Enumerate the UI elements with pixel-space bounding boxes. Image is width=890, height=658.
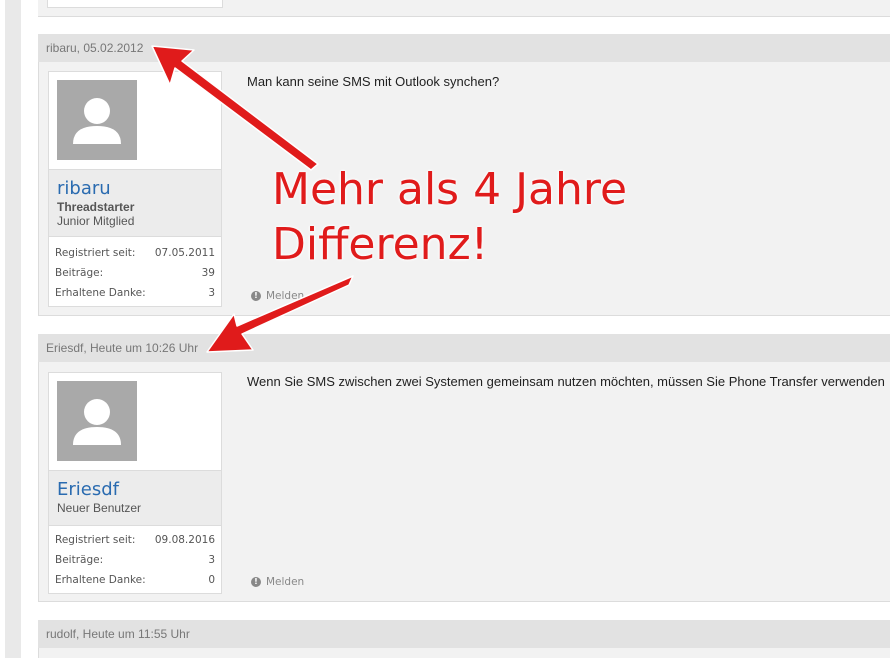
arrow-down-left-icon: [206, 275, 354, 353]
arrow-up-left-icon: [151, 45, 319, 171]
annotation-line-1: Mehr als 4 Jahre: [272, 164, 628, 215]
annotation-text: Mehr als 4 Jahre Differenz!: [272, 162, 627, 272]
annotation-line-2: Differenz!: [272, 219, 489, 270]
annotation-arrows: [151, 45, 354, 353]
